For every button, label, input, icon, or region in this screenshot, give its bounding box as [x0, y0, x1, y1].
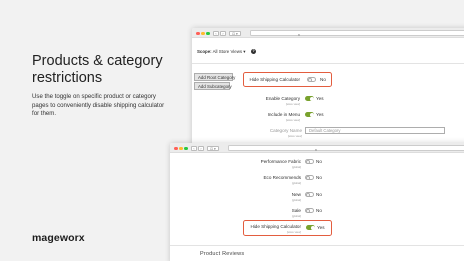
category-name-label: Category Name — [269, 128, 302, 133]
divider — [192, 63, 464, 64]
scope-note: [global] — [291, 181, 301, 185]
forward-button[interactable]: › — [198, 145, 204, 151]
forward-button[interactable]: › — [220, 30, 226, 36]
close-window-dot[interactable] — [196, 31, 200, 36]
promo-description: Use the toggle on specific product or ca… — [32, 93, 165, 118]
new-label: New — [291, 192, 301, 197]
toggle-state-text: No — [316, 159, 322, 164]
toggle-state-text: No — [316, 208, 322, 213]
include-in-menu-toggle[interactable] — [305, 112, 315, 118]
hide-shipping-calculator-label: Hide Shipping Calculator — [249, 77, 300, 82]
scope-note: [global] — [291, 214, 301, 218]
shield-icon: ◐ — [315, 146, 318, 152]
toggle-state-text: Yes — [316, 96, 324, 101]
scope-note: [global] — [291, 198, 301, 202]
close-window-dot[interactable] — [174, 146, 178, 151]
enable-category-toggle[interactable] — [305, 96, 315, 102]
sale-toggle[interactable] — [305, 208, 314, 214]
eco-recommends-label: Eco Recommends — [263, 175, 301, 180]
sale-label: Sale — [291, 208, 301, 213]
include-in-menu-label: Include in Menu — [267, 112, 300, 117]
minimize-window-dot[interactable] — [179, 146, 183, 151]
scope-note: [store view] — [287, 134, 302, 138]
address-bar[interactable]: ◐ — [228, 145, 464, 152]
toggle-state-text: No — [320, 77, 326, 82]
add-subcategory-button[interactable]: Add Subcategory — [194, 82, 232, 90]
address-bar[interactable]: ◐ — [250, 30, 464, 37]
performance-fabric-toggle[interactable] — [305, 159, 314, 165]
promo-headline: Products & category restrictions — [32, 53, 163, 86]
divider — [170, 245, 464, 246]
add-root-category-button[interactable]: Add Root Category — [194, 73, 235, 81]
maximize-window-dot[interactable] — [206, 31, 210, 36]
scope-note: [store view] — [286, 230, 301, 234]
toggle-state-text: No — [316, 175, 322, 180]
product-reviews-section[interactable]: Product Reviews — [200, 251, 244, 257]
toggle-state-text: Yes — [316, 112, 324, 117]
shield-icon: ◐ — [298, 31, 301, 37]
scope-note: [global] — [291, 165, 301, 169]
category-name-input[interactable]: Default Category — [305, 127, 445, 134]
toggle-state-text: No — [316, 192, 322, 197]
scope-label: Scope: — [197, 49, 212, 54]
toggle-state-text: Yes — [317, 225, 325, 230]
back-button[interactable]: ‹ — [213, 30, 219, 36]
eco-recommends-toggle[interactable] — [305, 175, 314, 181]
category-edit-window: ‹ › ⊡ ▾ ◐ Scope: All Store Views ▾ ? Add… — [192, 28, 464, 155]
browser-toolbar: ‹ › ⊡ ▾ ◐ — [192, 28, 464, 38]
maximize-window-dot[interactable] — [184, 146, 188, 151]
new-toggle[interactable] — [305, 192, 314, 198]
scope-switcher[interactable]: Scope: All Store Views ▾ — [197, 49, 246, 55]
browser-toolbar: ‹ › ⊡ ▾ ◐ — [170, 143, 464, 153]
hide-shipping-calculator-label: Hide Shipping Calculator — [250, 224, 301, 229]
help-icon[interactable]: ? — [251, 49, 256, 54]
performance-fabric-label: Performance Fabric — [260, 159, 301, 164]
back-button[interactable]: ‹ — [191, 145, 197, 151]
scope-value: All Store Views ▾ — [212, 49, 246, 54]
product-edit-window: ‹ › ⊡ ▾ ◐ Performance Fabric [global] No… — [170, 143, 464, 261]
hide-shipping-calculator-toggle[interactable] — [307, 77, 316, 83]
tab-overview-button[interactable]: ⊡ ▾ — [229, 30, 241, 36]
scope-note: [store view] — [285, 102, 300, 106]
brand-logo: mageworx — [32, 232, 85, 244]
minimize-window-dot[interactable] — [201, 31, 205, 36]
tab-overview-button[interactable]: ⊡ ▾ — [207, 145, 219, 151]
enable-category-label: Enable Category — [265, 96, 300, 101]
scope-note: [store view] — [285, 118, 300, 122]
hide-shipping-calculator-toggle[interactable] — [306, 225, 316, 231]
